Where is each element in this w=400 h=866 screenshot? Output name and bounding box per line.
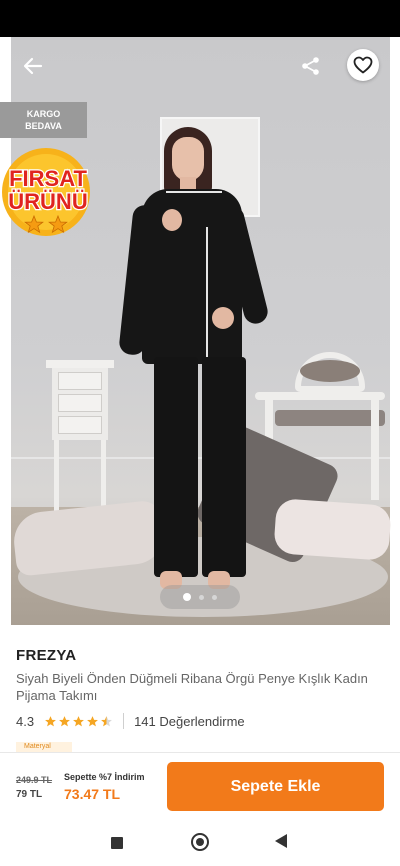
product-brand[interactable]: FREZYA <box>16 647 76 664</box>
status-bar <box>0 0 400 37</box>
free-shipping-line1: KARGO <box>26 109 61 119</box>
product-title: Siyah Biyeli Önden Düğmeli Ribana Örgü P… <box>16 671 368 703</box>
image-edge-right <box>390 37 400 625</box>
nightstand <box>46 360 114 520</box>
back-triangle-icon[interactable] <box>275 834 287 848</box>
free-shipping-badge: KARGO BEDAVA <box>0 102 87 138</box>
share-icon <box>302 57 319 75</box>
free-shipping-line2: BEDAVA <box>25 121 62 131</box>
add-to-cart-button[interactable]: Sepete Ekle <box>167 762 384 811</box>
star-half-icon <box>101 715 112 726</box>
rating-divider <box>123 713 125 729</box>
price: 79 TL <box>16 789 43 800</box>
rating-score: 4.3 <box>16 713 35 729</box>
model-in-pajamas <box>118 127 271 597</box>
heart-outline-icon <box>353 56 373 74</box>
old-price: 249.9 TL <box>16 775 53 785</box>
favorite-button[interactable] <box>347 49 379 81</box>
home-circle-icon[interactable] <box>191 833 209 851</box>
star-icon <box>87 715 98 726</box>
share-button[interactable] <box>296 52 326 80</box>
final-price: 73.47 TL <box>64 786 121 802</box>
image-pagination <box>160 585 240 609</box>
system-navigation-bar <box>0 818 400 866</box>
cart-discount-text: Sepette %7 İndirim <box>64 772 145 782</box>
star-icon <box>59 715 70 726</box>
back-button[interactable] <box>18 52 48 80</box>
material-tag: Materyal <box>16 742 72 752</box>
review-count[interactable]: 141 Değerlendirme <box>134 714 245 729</box>
star-icon <box>45 715 56 726</box>
deal-product-badge: FIRSAT ÜRÜNÜ <box>2 148 90 236</box>
pagination-dot[interactable] <box>212 594 217 600</box>
pagination-dot[interactable] <box>199 594 204 600</box>
recents-square-icon[interactable] <box>111 837 123 849</box>
rating-stars <box>44 715 113 728</box>
deal-badge-line1: FIRSAT <box>9 166 87 191</box>
pagination-dot-active[interactable] <box>183 593 191 601</box>
star-icon <box>73 715 84 726</box>
purchase-bar: 249.9 TL 79 TL Sepette %7 İndirim 73.47 … <box>0 752 400 818</box>
pillow <box>273 498 392 561</box>
rating-row[interactable]: 4.3 141 Değerlendirme <box>16 711 245 731</box>
deal-badge-line2: ÜRÜNÜ <box>8 189 87 214</box>
arrow-left-icon <box>23 57 43 75</box>
